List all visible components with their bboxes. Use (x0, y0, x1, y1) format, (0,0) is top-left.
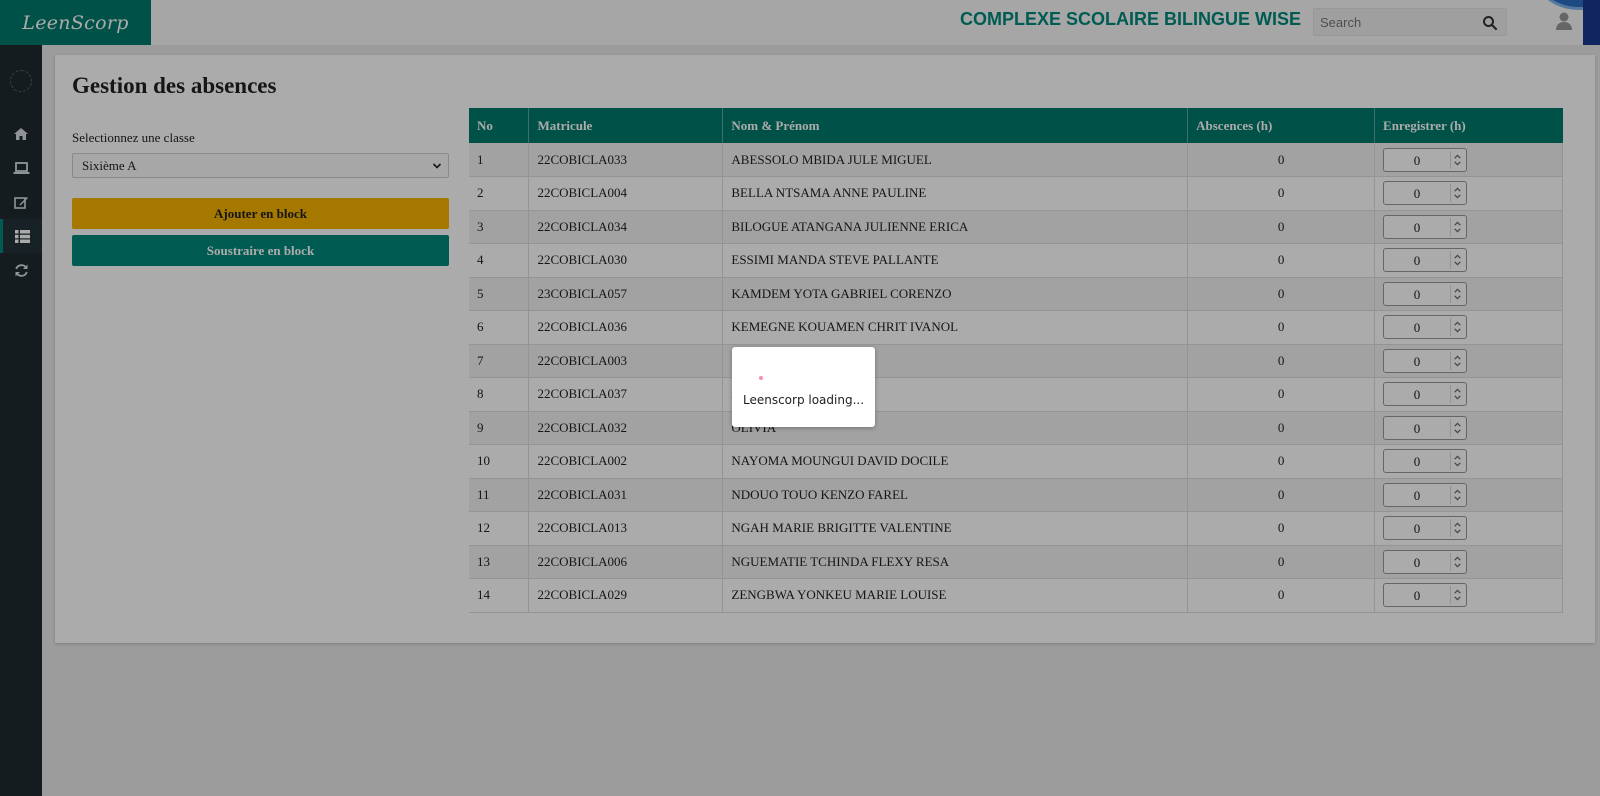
loading-dialog: Leenscorp loading... (732, 347, 875, 427)
loading-text: Leenscorp loading... (742, 393, 865, 407)
loading-spinner-icon (759, 376, 763, 380)
loading-overlay: Leenscorp loading... (0, 0, 1600, 796)
